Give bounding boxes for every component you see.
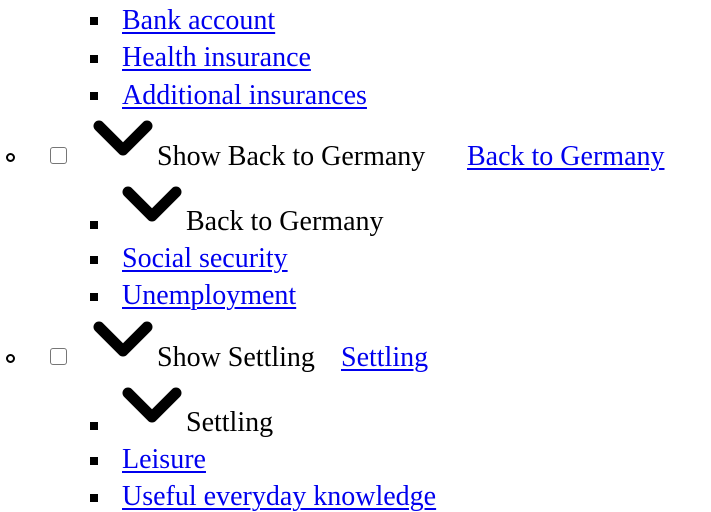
list-bullet-icon <box>90 55 98 63</box>
list-bullet-icon <box>90 422 98 430</box>
list-bullet-icon <box>90 293 98 301</box>
list-bullet-icon <box>90 92 98 100</box>
chevron-down-icon <box>122 387 182 427</box>
nav-link-health-insurance[interactable]: Health insurance <box>122 44 311 72</box>
nav-link-additional-insurances[interactable]: Additional insurances <box>122 82 367 110</box>
chevron-down-icon[interactable] <box>93 120 153 160</box>
nav-link-leisure[interactable]: Leisure <box>122 446 206 474</box>
section-heading-settling: Settling <box>186 407 274 438</box>
toggle-label-settling: Show Settling <box>157 342 315 373</box>
list-bullet-icon <box>6 153 15 162</box>
nav-link-settling[interactable]: Settling <box>341 344 428 372</box>
nav-link-back-to-germany[interactable]: Back to Germany <box>467 143 665 171</box>
list-bullet-icon <box>6 354 15 363</box>
list-bullet-icon <box>90 256 98 264</box>
chevron-down-icon <box>122 186 182 226</box>
nav-link-useful-everyday-knowledge[interactable]: Useful everyday knowledge <box>122 483 436 511</box>
toggle-label-back-to-germany: Show Back to Germany <box>157 141 426 172</box>
list-bullet-icon <box>90 17 98 25</box>
nav-link-bank-account[interactable]: Bank account <box>122 7 275 35</box>
list-bullet-icon <box>90 494 98 502</box>
list-bullet-icon <box>90 457 98 465</box>
nav-link-unemployment[interactable]: Unemployment <box>122 282 296 310</box>
section-heading-back-to-germany: Back to Germany <box>186 206 384 237</box>
nav-link-social-security[interactable]: Social security <box>122 245 288 273</box>
list-bullet-icon <box>90 221 98 229</box>
toggle-checkbox-settling[interactable] <box>50 348 67 365</box>
chevron-down-icon[interactable] <box>93 321 153 361</box>
toggle-checkbox-back-to-germany[interactable] <box>50 147 67 164</box>
